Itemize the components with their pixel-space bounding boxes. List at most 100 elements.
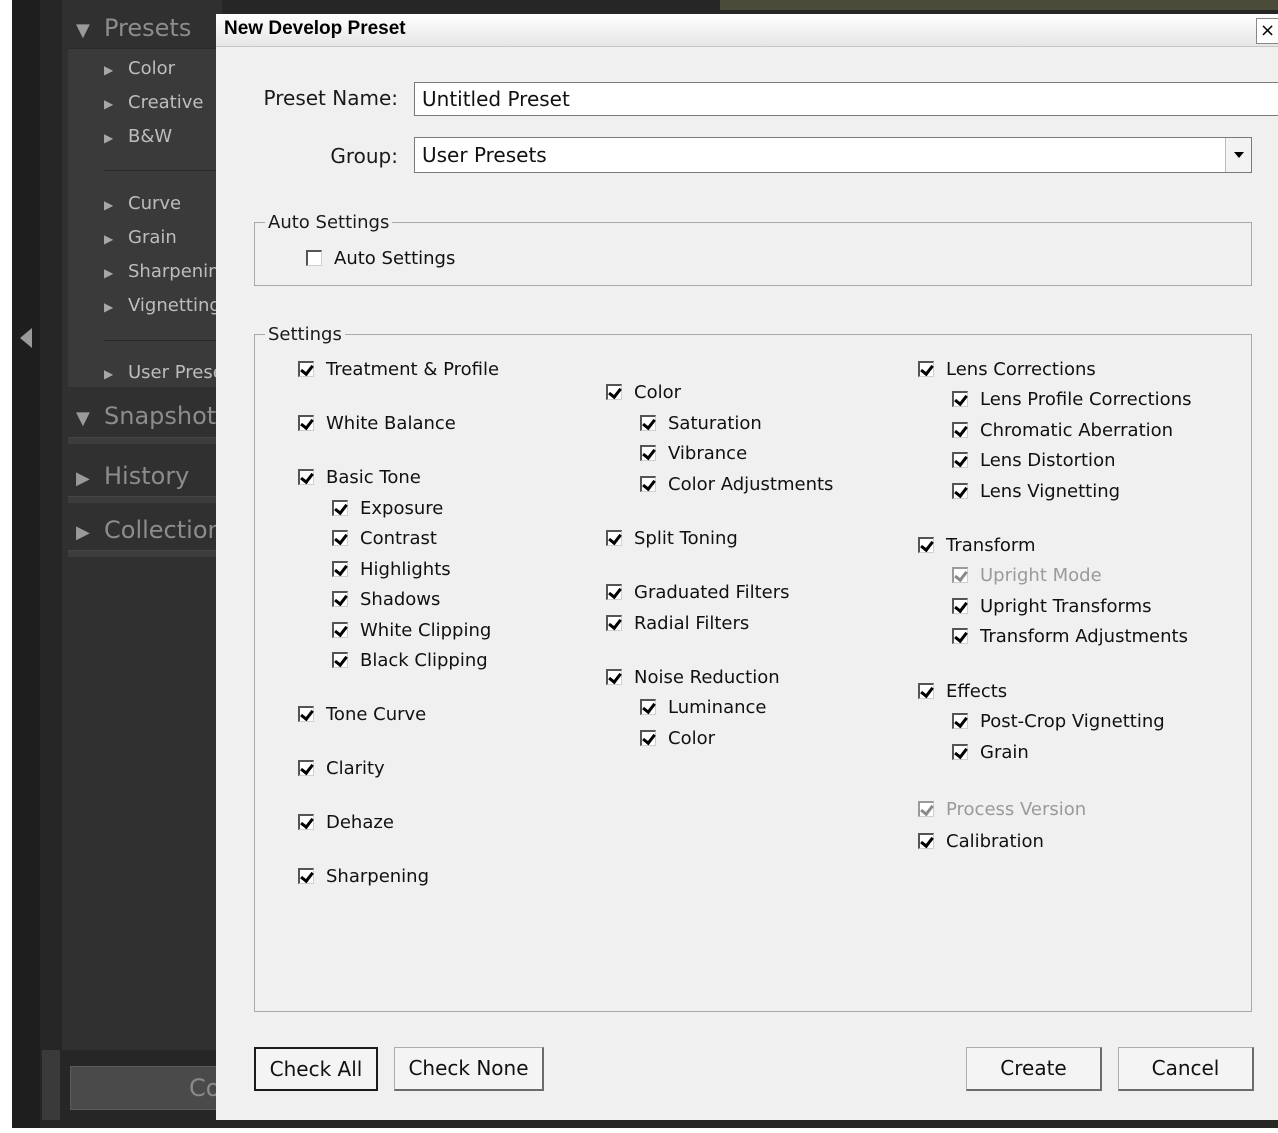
noise-color-checkbox[interactable]: Color [640, 726, 715, 750]
clarity-checkbox[interactable]: Clarity [298, 756, 385, 780]
chevron-down-icon[interactable] [1225, 138, 1251, 172]
triangle-right-icon: ▶ [104, 63, 114, 77]
preset-folder-bw[interactable]: ▶ B&W [104, 122, 218, 152]
treatment-profile-checkbox[interactable]: Treatment & Profile [298, 357, 499, 381]
black-clipping-checkbox[interactable]: Black Clipping [332, 648, 488, 672]
preset-separator [104, 340, 218, 341]
checkbox-checked-icon [332, 530, 348, 546]
triangle-right-icon: ▶ [104, 97, 114, 111]
checkbox-checked-icon [918, 833, 934, 849]
snapshots-panel-header[interactable]: ▼ Snapshots [76, 396, 226, 436]
luminance-checkbox[interactable]: Luminance [640, 695, 766, 719]
triangle-right-icon: ▶ [104, 198, 114, 212]
preset-separator [104, 170, 218, 171]
checkbox-checked-icon [606, 530, 622, 546]
preset-folder-vignetting[interactable]: ▶ Vignetting [104, 291, 218, 321]
graduated-filters-checkbox[interactable]: Graduated Filters [606, 580, 789, 604]
lens-distortion-checkbox[interactable]: Lens Distortion [952, 448, 1115, 472]
cancel-button[interactable]: Cancel [1118, 1047, 1254, 1091]
lens-vignetting-checkbox[interactable]: Lens Vignetting [952, 479, 1120, 503]
collapse-panel-arrow-icon[interactable] [20, 328, 32, 348]
calibration-checkbox[interactable]: Calibration [918, 829, 1044, 853]
group-selected-value: User Presets [422, 143, 547, 167]
transform-checkbox[interactable]: Transform [918, 533, 1036, 557]
triangle-right-icon: ▶ [104, 131, 114, 145]
color-adjustments-checkbox[interactable]: Color Adjustments [640, 472, 833, 496]
checkbox-checked-icon [952, 567, 968, 583]
triangle-right-icon: ▶ [104, 266, 114, 280]
dialog-title: New Develop Preset [224, 18, 406, 39]
triangle-right-icon: ▶ [104, 367, 114, 381]
contrast-checkbox[interactable]: Contrast [332, 526, 437, 550]
preset-folder-curve[interactable]: ▶ Curve [104, 189, 218, 219]
sharpening-checkbox[interactable]: Sharpening [298, 864, 429, 888]
noise-reduction-checkbox[interactable]: Noise Reduction [606, 665, 780, 689]
upright-transforms-checkbox[interactable]: Upright Transforms [952, 594, 1152, 618]
checkbox-checked-icon [640, 730, 656, 746]
white-balance-checkbox[interactable]: White Balance [298, 411, 456, 435]
transform-adjustments-checkbox[interactable]: Transform Adjustments [952, 624, 1188, 648]
split-toning-checkbox[interactable]: Split Toning [606, 526, 738, 550]
checkbox-checked-icon [952, 422, 968, 438]
create-button[interactable]: Create [966, 1047, 1102, 1091]
history-panel-header[interactable]: ▶ History [76, 456, 226, 496]
triangle-down-icon: ▼ [76, 408, 90, 429]
preset-folder-color[interactable]: ▶ Color [104, 54, 218, 84]
panel-edge-strip [12, 0, 40, 1128]
auto-settings-checkbox[interactable]: Auto Settings [306, 246, 455, 270]
new-develop-preset-dialog: New Develop Preset × Preset Name: Group:… [216, 14, 1278, 1120]
collections-panel-header[interactable]: ▶ Collections [76, 510, 226, 550]
checkbox-checked-icon [606, 584, 622, 600]
checkbox-checked-icon [298, 814, 314, 830]
lens-corrections-checkbox[interactable]: Lens Corrections [918, 357, 1096, 381]
group-label: Group: [330, 144, 398, 168]
checkbox-checked-icon [918, 683, 934, 699]
checkbox-checked-icon [952, 744, 968, 760]
color-checkbox[interactable]: Color [606, 380, 681, 404]
checkbox-checked-icon [952, 483, 968, 499]
checkbox-checked-icon [640, 445, 656, 461]
dialog-titlebar[interactable]: New Develop Preset × [216, 14, 1278, 47]
highlights-checkbox[interactable]: Highlights [332, 557, 451, 581]
checkbox-checked-icon [332, 622, 348, 638]
close-icon[interactable]: × [1256, 18, 1278, 44]
checkbox-checked-icon [298, 469, 314, 485]
triangle-right-icon: ▶ [104, 232, 114, 246]
checkbox-checked-icon [298, 361, 314, 377]
vibrance-checkbox[interactable]: Vibrance [640, 441, 747, 465]
copy-button[interactable]: Copy... [70, 1066, 220, 1110]
saturation-checkbox[interactable]: Saturation [640, 411, 762, 435]
check-none-button[interactable]: Check None [394, 1047, 544, 1091]
checkbox-checked-icon [918, 537, 934, 553]
checkbox-checked-icon [952, 628, 968, 644]
presets-panel-header[interactable]: ▼ Presets [76, 8, 226, 48]
tone-curve-checkbox[interactable]: Tone Curve [298, 702, 426, 726]
post-crop-vignetting-checkbox[interactable]: Post-Crop Vignetting [952, 709, 1165, 733]
lens-profile-corrections-checkbox[interactable]: Lens Profile Corrections [952, 387, 1191, 411]
preset-folder-sharpening[interactable]: ▶Sharpening [104, 257, 218, 287]
dehaze-checkbox[interactable]: Dehaze [298, 810, 394, 834]
preset-name-input[interactable] [414, 82, 1278, 116]
triangle-right-icon: ▶ [76, 522, 90, 543]
chromatic-aberration-checkbox[interactable]: Chromatic Aberration [952, 418, 1173, 442]
exposure-checkbox[interactable]: Exposure [332, 496, 443, 520]
basic-tone-checkbox[interactable]: Basic Tone [298, 465, 421, 489]
settings-legend: Settings [268, 324, 342, 345]
white-clipping-checkbox[interactable]: White Clipping [332, 618, 491, 642]
preset-folder-grain[interactable]: ▶ Grain [104, 223, 218, 253]
checkbox-checked-icon [952, 713, 968, 729]
checkbox-checked-icon [918, 801, 934, 817]
triangle-down-icon: ▼ [76, 20, 90, 41]
check-all-button[interactable]: Check All [254, 1047, 378, 1091]
checkbox-checked-icon [606, 669, 622, 685]
effects-checkbox[interactable]: Effects [918, 679, 1007, 703]
preset-folder-user-presets[interactable]: ▶User Presets [104, 358, 218, 388]
group-dropdown[interactable]: User Presets [414, 137, 1252, 173]
panel-resize-grip[interactable] [42, 1050, 60, 1120]
grain-checkbox[interactable]: Grain [952, 740, 1029, 764]
panel-divider [68, 437, 218, 444]
shadows-checkbox[interactable]: Shadows [332, 587, 440, 611]
preset-folder-creative[interactable]: ▶ Creative [104, 88, 218, 118]
radial-filters-checkbox[interactable]: Radial Filters [606, 611, 749, 635]
checkbox-checked-icon [640, 415, 656, 431]
